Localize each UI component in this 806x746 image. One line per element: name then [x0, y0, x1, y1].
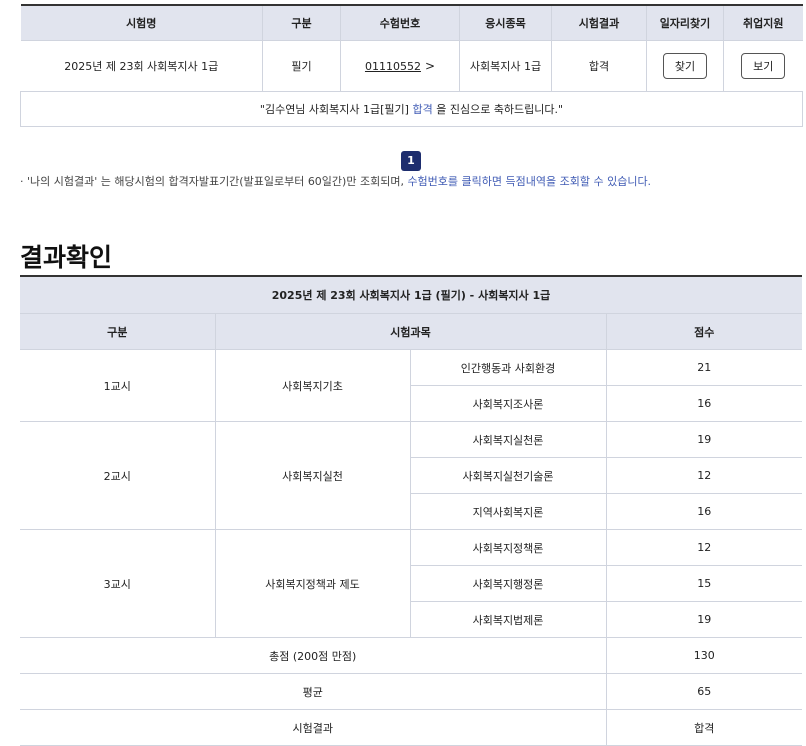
view-support-button[interactable]: 보기	[741, 53, 786, 79]
congrats-row: "김수연님 사회복지사 1급[필기] 합격 을 진심으로 축하드립니다."	[20, 91, 803, 127]
header-employment-support: 취업지원	[723, 4, 803, 41]
subject-score: 16	[605, 493, 803, 530]
section-title: 결과확인	[20, 243, 113, 272]
period-label: 2교시	[20, 421, 216, 530]
summary-row: 2025년 제 23회 사회복지사 1급 필기 01110552 > 사회복지사 …	[20, 40, 803, 92]
header-subject: 시험과목	[214, 313, 607, 350]
header-division: 구분	[20, 313, 216, 350]
table-row: 1교시 사회복지기초 인간행동과 사회환경 21	[20, 349, 803, 422]
category-cell: 사회복지사 1급	[459, 40, 552, 92]
subject-score: 12	[605, 457, 803, 494]
final-result-value: 합격	[605, 709, 803, 746]
subject-name: 사회복지행정론	[410, 565, 607, 602]
congrats-message: "김수연님 사회복지사 1급[필기] 합격 을 진심으로 축하드립니다."	[20, 91, 803, 127]
find-job-cell: 찾기	[646, 40, 724, 92]
exam-number-link[interactable]: 01110552	[365, 60, 421, 73]
total-label: 총점 (200점 만점)	[20, 637, 607, 674]
support-cell: 보기	[723, 40, 803, 92]
congrats-text-before: "김수연님 사회복지사 1급[필기]	[259, 103, 413, 116]
exam-type-cell: 필기	[262, 40, 341, 92]
find-job-button[interactable]: 찾기	[663, 53, 707, 79]
header-find-job: 일자리찾기	[646, 4, 724, 41]
header-exam-number: 수험번호	[340, 4, 460, 41]
subject-score: 19	[605, 421, 803, 458]
score-table-caption: 2025년 제 23회 사회복지사 1급 (필기) - 사회복지사 1급	[20, 275, 803, 314]
notice-highlight: 수험번호를 클릭하면 득점내역을 조회할 수 있습니다.	[407, 175, 652, 188]
header-result: 시험결과	[551, 4, 647, 41]
final-result-label: 시험결과	[20, 709, 607, 746]
subject-area: 사회복지기초	[214, 349, 411, 422]
score-table-header-row: 구분 시험과목 점수	[20, 313, 803, 350]
subject-area: 사회복지실천	[214, 421, 411, 530]
total-row: 총점 (200점 만점) 130	[20, 637, 803, 674]
subject-name: 사회복지실천기술론	[410, 457, 607, 494]
subject-name: 지역사회복지론	[410, 493, 607, 530]
score-result-table: 2025년 제 23회 사회복지사 1급 (필기) - 사회복지사 1급 구분 …	[20, 275, 803, 746]
table-row: 2교시 사회복지실천 사회복지실천론 19	[20, 421, 803, 530]
summary-header-row: 시험명 구분 수험번호 응시종목 시험결과 일자리찾기 취업지원	[20, 4, 803, 41]
subject-score: 12	[605, 529, 803, 566]
period-label: 3교시	[20, 529, 216, 638]
subject-score: 15	[605, 565, 803, 602]
total-score: 130	[605, 637, 803, 674]
final-result-row: 시험결과 합격	[20, 709, 803, 746]
congrats-pass-highlight: 합격	[412, 103, 433, 116]
average-score: 65	[605, 673, 803, 710]
notice-text: · '나의 시험결과' 는 해당시험의 합격자발표기간(발표일로부터 60일간)…	[20, 175, 408, 188]
exam-number-cell: 01110552 >	[340, 40, 460, 92]
subject-name: 사회복지실천론	[409, 421, 607, 458]
chevron-right-icon: >	[424, 59, 436, 73]
subject-name: 사회복지정책론	[409, 529, 607, 566]
subject-score: 21	[605, 349, 803, 386]
score-table-caption-row: 2025년 제 23회 사회복지사 1급 (필기) - 사회복지사 1급	[20, 275, 803, 314]
header-category: 응시종목	[459, 4, 552, 41]
subject-score: 16	[605, 385, 803, 422]
exam-summary-table: 시험명 구분 수험번호 응시종목 시험결과 일자리찾기 취업지원 2025년 제…	[20, 4, 803, 127]
subject-name: 사회복지조사론	[410, 385, 607, 422]
header-score: 점수	[605, 313, 803, 350]
average-row: 평균 65	[20, 673, 803, 710]
result-cell: 합격	[551, 40, 647, 92]
congrats-text-after: 을 진심으로 축하드립니다."	[432, 103, 564, 116]
exam-name-cell: 2025년 제 23회 사회복지사 1급	[20, 40, 263, 92]
period-label: 1교시	[20, 349, 216, 422]
subject-name: 인간행동과 사회환경	[409, 349, 607, 386]
average-label: 평균	[20, 673, 607, 710]
header-exam-name: 시험명	[20, 4, 263, 41]
subject-name: 사회복지법제론	[410, 601, 607, 638]
subject-area: 사회복지정책과 제도	[214, 529, 411, 638]
pagination-page-1[interactable]: 1	[401, 151, 421, 171]
subject-score: 19	[605, 601, 803, 638]
header-type: 구분	[262, 4, 341, 41]
table-row: 3교시 사회복지정책과 제도 사회복지정책론 12	[20, 529, 803, 638]
result-notice: · '나의 시험결과' 는 해당시험의 합격자발표기간(발표일로부터 60일간)…	[20, 173, 651, 189]
